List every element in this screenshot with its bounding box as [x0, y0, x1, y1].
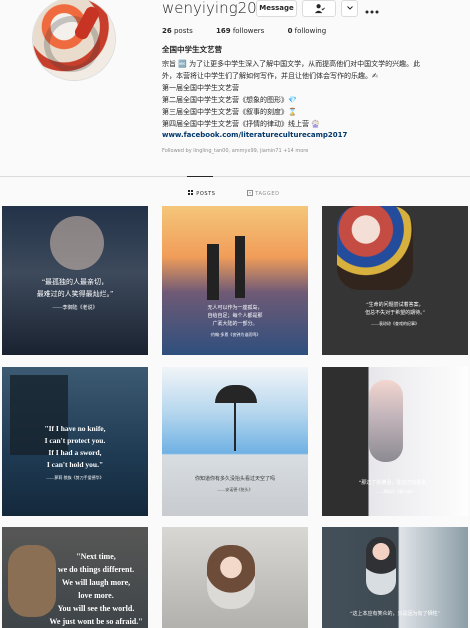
profile-divider — [0, 176, 470, 177]
profile-stats: 26 posts 169 followers 0 following — [162, 27, 347, 35]
post-thumbnail[interactable]: "If I have no knife, I can't protect you… — [2, 367, 148, 516]
post-quote: "Next time, we do things different. We w… — [49, 552, 143, 626]
post-thumbnail[interactable] — [162, 527, 308, 628]
post-photo-person — [369, 380, 403, 462]
followers-count[interactable]: 169 followers — [216, 27, 264, 35]
post-thumbnail[interactable]: “那过了别满泪，爱过才知情重。” ——郑板桥《摩卡咏》 — [322, 367, 468, 516]
post-caption: ——安诺德·《抬头》 — [217, 487, 253, 492]
tab-posts[interactable]: POSTS — [187, 176, 216, 197]
following-count[interactable]: 0 following — [288, 27, 327, 35]
post-quote: “生命的问题尝试着答案， 但总不失对于希望的期待。” — [365, 303, 425, 316]
silhouette-left — [207, 244, 219, 300]
silhouette-right — [235, 236, 245, 298]
ellipsis-icon[interactable] — [365, 2, 379, 14]
bio-line: 第二届全国中学生文艺营《想象的图形》💎 — [162, 96, 297, 104]
profile-avatar[interactable] — [33, 0, 115, 80]
post-thumbnail[interactable]: 无人可以作为一座孤岛， 自给自足；每个人都是那 广袤大陆的一部分。 ·约翰·多恩… — [162, 206, 308, 355]
follow-status-button[interactable] — [302, 0, 336, 17]
post-thumbnail[interactable]: 你知道你有多久没抬头看过天空了吗 ——安诺德·《抬头》 — [162, 367, 308, 516]
post-photo-opera — [337, 206, 413, 290]
bio-line: 外，本营将让中学生们了解如何写作，并且让他们体会写作的乐趣。✍ — [162, 72, 378, 80]
post-quote: “这上本应有笑众的，只是因为有了牺牲” — [350, 612, 440, 617]
post-thumbnail[interactable]: “最孤独的人最亲切， 最难过的人笑得最灿烂。” ——李御陆《老说》 — [2, 206, 148, 355]
post-caption: ——李御陆《老说》 — [52, 305, 98, 311]
post-thumbnail[interactable]: "Next time, we do things different. We w… — [2, 527, 148, 628]
chevron-down-icon — [346, 6, 353, 10]
followed-by[interactable]: Followed by lingling_tan00, ammyx99, jia… — [162, 148, 308, 154]
post-quote: “最孤独的人最亲切， 最难过的人笑得最灿烂。” — [36, 277, 114, 298]
bio-line: 第三届全国中学生文艺营《叙事的刻度》⌛ — [162, 108, 297, 116]
bio-text: 宗旨 🔤 为了让更多中学生深入了解中国文学，从而提高他们对中国文学的兴趣。此 外… — [162, 58, 464, 130]
bio-line: 第四届全国中学生文艺营《抒情的律动》线上营 🎡 — [162, 120, 320, 128]
post-thumbnail[interactable]: “这上本应有笑众的，只是因为有了牺牲” — [322, 527, 468, 628]
umbrella-handle — [234, 403, 236, 451]
more-options-dropdown[interactable] — [341, 0, 358, 17]
message-button[interactable]: Message — [256, 0, 297, 17]
tag-icon — [247, 190, 253, 196]
grid-icon — [188, 190, 193, 195]
post-photo-person — [366, 537, 396, 595]
post-photo-hair — [207, 545, 255, 609]
post-caption: ——萝莉·狼族《剪刀手爱德华》 — [46, 474, 104, 480]
post-thumbnail[interactable]: “生命的问题尝试着答案， 但总不失对于希望的期待。” ——袁琼琼《查戏的纪事》 — [322, 206, 468, 355]
bio-line: 宗旨 🔤 为了让更多中学生深入了解中国文学，从而提高他们对中国文学的兴趣。此 — [162, 60, 421, 68]
post-caption: ——郑板桥《摩卡咏》 — [375, 488, 415, 494]
umbrella-shape — [215, 385, 257, 403]
post-quote: 你知道你有多久没抬头看过天空了吗 — [194, 477, 275, 482]
user-check-icon — [314, 4, 325, 14]
bio-link[interactable]: www.facebook.com/literatureculturecamp20… — [162, 131, 347, 139]
post-caption: ——袁琼琼《查戏的纪事》 — [371, 321, 419, 326]
post-quote: "If I have no knife, I can't protect you… — [44, 423, 106, 469]
post-quote: 无人可以作为一座孤岛， 自给自足；每个人都是那 广袤大陆的一部分。 — [207, 306, 263, 327]
bio-title: 全国中学生文艺营 — [162, 45, 222, 54]
posts-count: 26 posts — [162, 27, 193, 35]
post-caption: ·约翰·多恩《丧钟为谁而鸣》 — [209, 332, 261, 337]
tab-tagged[interactable]: TAGGED — [247, 190, 280, 197]
post-quote: “那过了别满泪，爱过才知情重。” — [359, 480, 431, 486]
bio-line: 第一届全国中学生文艺营 — [162, 84, 239, 92]
post-photo-face — [50, 216, 104, 270]
